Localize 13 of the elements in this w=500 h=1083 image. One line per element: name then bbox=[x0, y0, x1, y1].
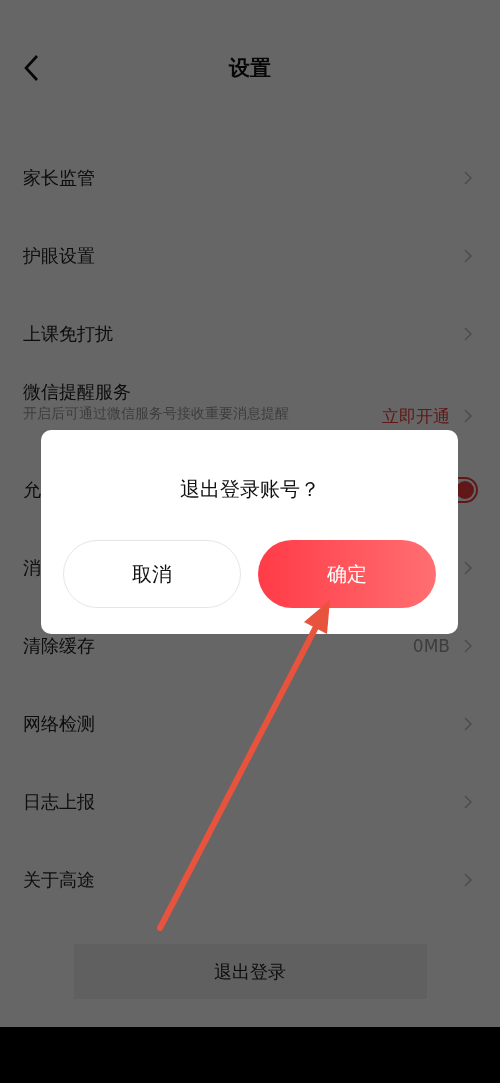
row-label: 允 bbox=[23, 479, 41, 501]
row-label: 上课免打扰 bbox=[23, 323, 113, 345]
row-label: 家长监管 bbox=[23, 167, 95, 189]
dialog-title: 退出登录账号？ bbox=[179, 476, 320, 503]
row-value: 立即开通 bbox=[382, 404, 450, 428]
row-label: 清除缓存 bbox=[23, 635, 95, 657]
row-label: 关于高途 bbox=[23, 869, 95, 891]
row-label: 护眼设置 bbox=[23, 245, 95, 267]
row-label: 微信提醒服务 bbox=[23, 381, 132, 403]
row-label: 消 bbox=[23, 557, 41, 579]
row-label: 网络检测 bbox=[23, 713, 95, 735]
page-title: 设置 bbox=[229, 55, 271, 82]
row-label: 日志上报 bbox=[23, 791, 95, 813]
